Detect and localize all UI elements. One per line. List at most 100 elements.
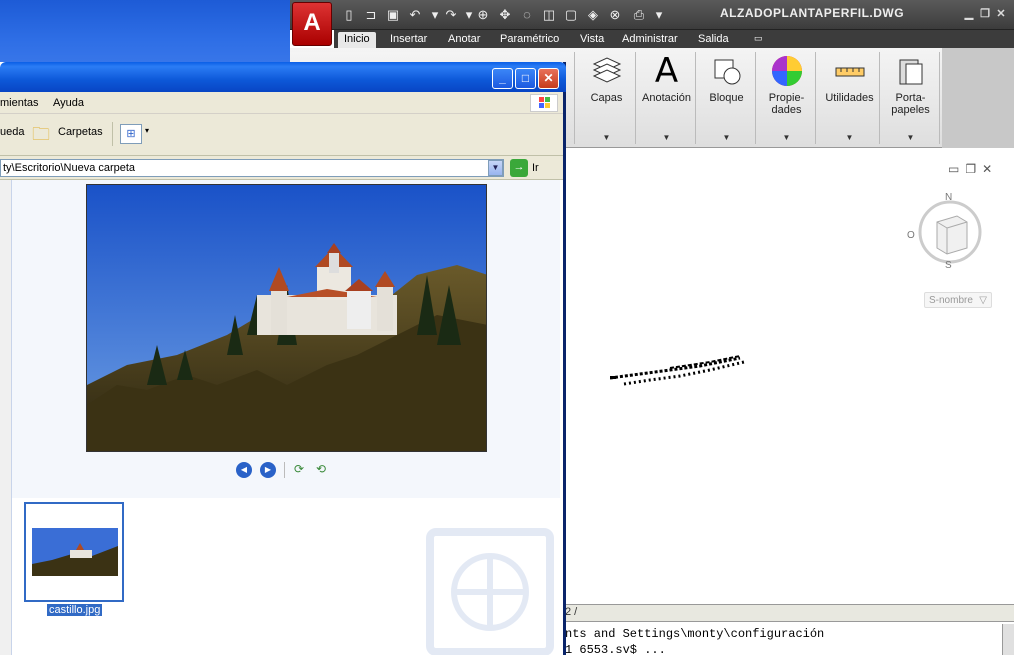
panel-expand-icon[interactable]: ▼: [882, 133, 939, 142]
minimize-icon[interactable]: ▁: [962, 7, 976, 21]
command-line[interactable]: nts and Settings\monty\configuración 1 6…: [565, 622, 1014, 657]
tab-anotar[interactable]: Anotar: [442, 32, 486, 48]
address-bar: ty\Escritorio\Nueva carpeta ▼ → Ir: [0, 156, 563, 180]
ribbon-tabs: Inicio Insertar Anotar Paramétrico Vista…: [334, 30, 1014, 48]
cube-icon[interactable]: ▢: [562, 6, 580, 24]
autocad-logo-letter: A: [303, 9, 321, 36]
explorer-title-bar[interactable]: _ □ ✕: [0, 62, 566, 92]
pan-icon[interactable]: ✥: [496, 6, 514, 24]
orbit-icon[interactable]: ◌: [518, 6, 536, 24]
redo-icon[interactable]: ↷: [442, 6, 460, 24]
chevron-down-icon: ▽: [979, 295, 987, 306]
folders-button[interactable]: Carpetas: [58, 126, 103, 138]
minimize-button[interactable]: _: [492, 68, 513, 89]
chevron-down-icon[interactable]: ▼: [488, 160, 503, 176]
panel-propiedades-label: Propie- dades: [768, 92, 805, 116]
clipboard-icon: [894, 54, 928, 88]
viewport-close-icon[interactable]: ✕: [982, 162, 998, 176]
explorer-toolbar: ueda 🗀 Carpetas ⊞ ▾: [0, 114, 563, 156]
qa-dropdown-icon[interactable]: ▾: [650, 6, 668, 24]
new-icon[interactable]: ▯: [340, 6, 358, 24]
properties-icon: [770, 54, 804, 88]
tab-parametrico[interactable]: Paramétrico: [494, 32, 565, 48]
viewcube[interactable]: N O S: [907, 192, 985, 272]
panel-capas[interactable]: Capas ▼: [578, 52, 636, 144]
command-scrollbar[interactable]: [1002, 624, 1014, 655]
maximize-button[interactable]: □: [515, 68, 536, 89]
command-line-text: 1 6553.sv$ ...: [565, 643, 666, 657]
zoom-icon[interactable]: ⊕: [474, 6, 492, 24]
go-arrow-icon[interactable]: →: [510, 159, 528, 177]
viewcube-south[interactable]: S: [945, 260, 952, 271]
address-input[interactable]: ty\Escritorio\Nueva carpeta: [0, 159, 504, 177]
ucs-dropdown[interactable]: S-nombre ▽: [924, 292, 992, 308]
tab-administrar[interactable]: Administrar: [616, 32, 684, 48]
panel-propiedades[interactable]: Propie- dades ▼: [758, 52, 816, 144]
viewcube-west[interactable]: O: [907, 230, 915, 241]
next-image-icon[interactable]: ▶: [260, 462, 276, 478]
panel-anotacion[interactable]: A Anotación ▼: [638, 52, 696, 144]
autocad-title-bar: ▯ ⊐ ▣ ↶ ▾ ↷ ▾ ⊕ ✥ ◌ ◫ ▢ ◈ ⊗ ⎙ ▾ ALZADOPL…: [290, 0, 1014, 30]
rotate-counterclockwise-icon[interactable]: ⟲: [316, 462, 326, 476]
autocad-logo-button[interactable]: A: [292, 2, 332, 46]
panel-anotacion-label: Anotación: [642, 92, 691, 104]
layers-icon: [590, 54, 624, 88]
rotate-clockwise-icon[interactable]: ⟳: [294, 462, 304, 476]
tab-inicio[interactable]: Inicio: [338, 32, 376, 48]
panel-bloque-label: Bloque: [709, 92, 744, 104]
panel-utilidades-label: Utilidades: [825, 92, 874, 104]
thumbnail-castillo[interactable]: [24, 502, 124, 602]
picture-viewer-watermark-icon: [426, 528, 554, 655]
ribbon-minimize-icon[interactable]: ▭: [748, 32, 769, 48]
layout-tabs: 2 /: [565, 604, 1014, 622]
explorer-window: _ □ ✕ mientas Ayuda ueda 🗀 Carpetas ⊞ ▾ …: [0, 62, 566, 655]
panel-utilidades[interactable]: Utilidades ▼: [820, 52, 880, 144]
utilities-icon: [833, 54, 867, 88]
menu-herramientas[interactable]: mientas: [0, 97, 39, 109]
left-pane-scrollbar[interactable]: [0, 180, 12, 655]
viewport-controls: ▭❐✕: [948, 162, 998, 176]
drawing-geometry[interactable]: [610, 352, 750, 392]
panel-expand-icon[interactable]: ▼: [578, 133, 635, 142]
folder-icon[interactable]: 🗀: [32, 122, 50, 152]
windows-logo-icon: [530, 94, 558, 112]
go-button[interactable]: Ir: [532, 162, 539, 174]
panel-expand-icon[interactable]: ▼: [758, 133, 815, 142]
viewcube-north[interactable]: N: [945, 192, 952, 203]
tab-salida[interactable]: Salida: [692, 32, 735, 48]
block-icon: [710, 54, 744, 88]
restore-icon[interactable]: ❐: [978, 7, 992, 21]
previous-image-icon[interactable]: ◀: [236, 462, 252, 478]
tab-vista[interactable]: Vista: [574, 32, 610, 48]
viewport-restore-icon[interactable]: ❐: [965, 162, 982, 176]
panel-expand-icon[interactable]: ▼: [820, 133, 879, 142]
close-button[interactable]: ✕: [538, 68, 559, 89]
castle-photo: [86, 184, 487, 452]
views-dropdown-icon[interactable]: ▾: [145, 126, 149, 135]
panel-expand-icon[interactable]: ▼: [638, 133, 695, 142]
panel-bloque[interactable]: Bloque ▼: [698, 52, 756, 144]
box-icon[interactable]: ◫: [540, 6, 558, 24]
viewport-minimize-icon[interactable]: ▭: [948, 162, 965, 176]
command-line-text: nts and Settings\monty\configuración: [565, 627, 825, 641]
undo-icon[interactable]: ↶: [406, 6, 424, 24]
menu-ayuda[interactable]: Ayuda: [53, 97, 84, 109]
print-icon[interactable]: ⎙: [630, 6, 648, 24]
shape-icon[interactable]: ◈: [584, 6, 602, 24]
search-button[interactable]: ueda: [0, 126, 24, 138]
thumbnail-label[interactable]: castillo.jpg: [47, 604, 103, 616]
explorer-menu-bar: mientas Ayuda: [0, 92, 563, 114]
zoom-extents-icon[interactable]: ⊗: [606, 6, 624, 24]
tab-insertar[interactable]: Insertar: [384, 32, 433, 48]
views-icon[interactable]: ⊞: [120, 124, 142, 144]
controls-divider: [284, 462, 285, 478]
open-icon[interactable]: ⊐: [362, 6, 380, 24]
close-icon[interactable]: ✕: [994, 7, 1008, 21]
desktop-background: [0, 0, 290, 70]
annotation-icon: A: [654, 51, 679, 91]
layout-tab[interactable]: 2 /: [565, 606, 577, 618]
panel-capas-label: Capas: [590, 92, 623, 104]
save-icon[interactable]: ▣: [384, 6, 402, 24]
panel-expand-icon[interactable]: ▼: [698, 133, 755, 142]
panel-portapapeles[interactable]: Porta- papeles ▼: [882, 52, 940, 144]
